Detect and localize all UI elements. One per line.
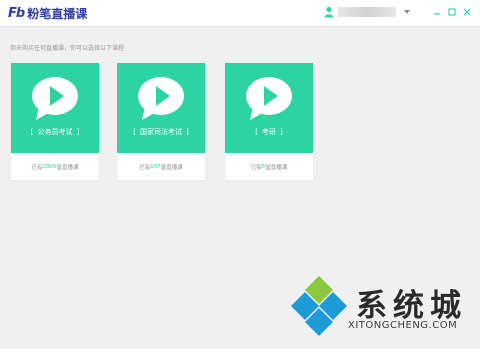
- close-icon: [463, 8, 471, 16]
- app-logo: Fb 粉笔直播课: [8, 5, 87, 21]
- course-name: [国家司法考试]: [133, 128, 189, 136]
- watermark-url: XITONGCHENG.COM: [348, 320, 458, 331]
- course-count-number: 107: [150, 163, 161, 170]
- maximize-icon: [448, 8, 456, 16]
- hint-text: 你未购买任何直播课，你可以选择以下课程: [10, 45, 125, 52]
- app-title: 粉笔直播课: [27, 6, 88, 21]
- play-bubble-icon: [32, 77, 78, 120]
- play-bubble-icon: [246, 77, 292, 120]
- course-count: 已有 5 堂直播课: [250, 163, 288, 171]
- course-card-banner: [国家司法考试]: [117, 63, 205, 153]
- watermark-logo-icon: [291, 276, 347, 336]
- course-count: 已有 107 堂直播课: [139, 163, 183, 171]
- course-card-postgraduate[interactable]: [考研] 已有 5 堂直播课: [225, 63, 313, 180]
- course-card-judicial-exam[interactable]: [国家司法考试] 已有 107 堂直播课: [117, 63, 205, 180]
- minimize-icon: [434, 13, 440, 15]
- user-icon: [324, 6, 334, 18]
- minimize-button[interactable]: [432, 6, 442, 18]
- watermark-title: 系统城: [356, 288, 467, 324]
- chevron-down-icon: [404, 10, 410, 14]
- maximize-button[interactable]: [447, 6, 457, 18]
- username-field: [338, 7, 396, 17]
- course-name: [考研]: [255, 128, 283, 136]
- course-name: [公务员考试]: [30, 128, 80, 136]
- course-count-number: 2805: [42, 163, 57, 170]
- window-controls: [432, 6, 472, 18]
- watermark: 系统城 XITONGCHENG.COM: [286, 274, 476, 346]
- course-card-civil-service[interactable]: [公务员考试] 已有 2805 堂直播课: [11, 63, 99, 180]
- course-count: 已有 2805 堂直播课: [31, 163, 79, 171]
- user-dropdown-button[interactable]: [400, 6, 414, 18]
- course-card-banner: [考研]: [225, 63, 313, 153]
- play-bubble-icon: [138, 77, 184, 120]
- close-button[interactable]: [462, 6, 472, 18]
- app-logo-mark: Fb: [8, 5, 25, 21]
- title-bar: Fb 粉笔直播课: [0, 0, 480, 27]
- user-menu[interactable]: [324, 6, 414, 18]
- course-card-banner: [公务员考试]: [11, 63, 99, 153]
